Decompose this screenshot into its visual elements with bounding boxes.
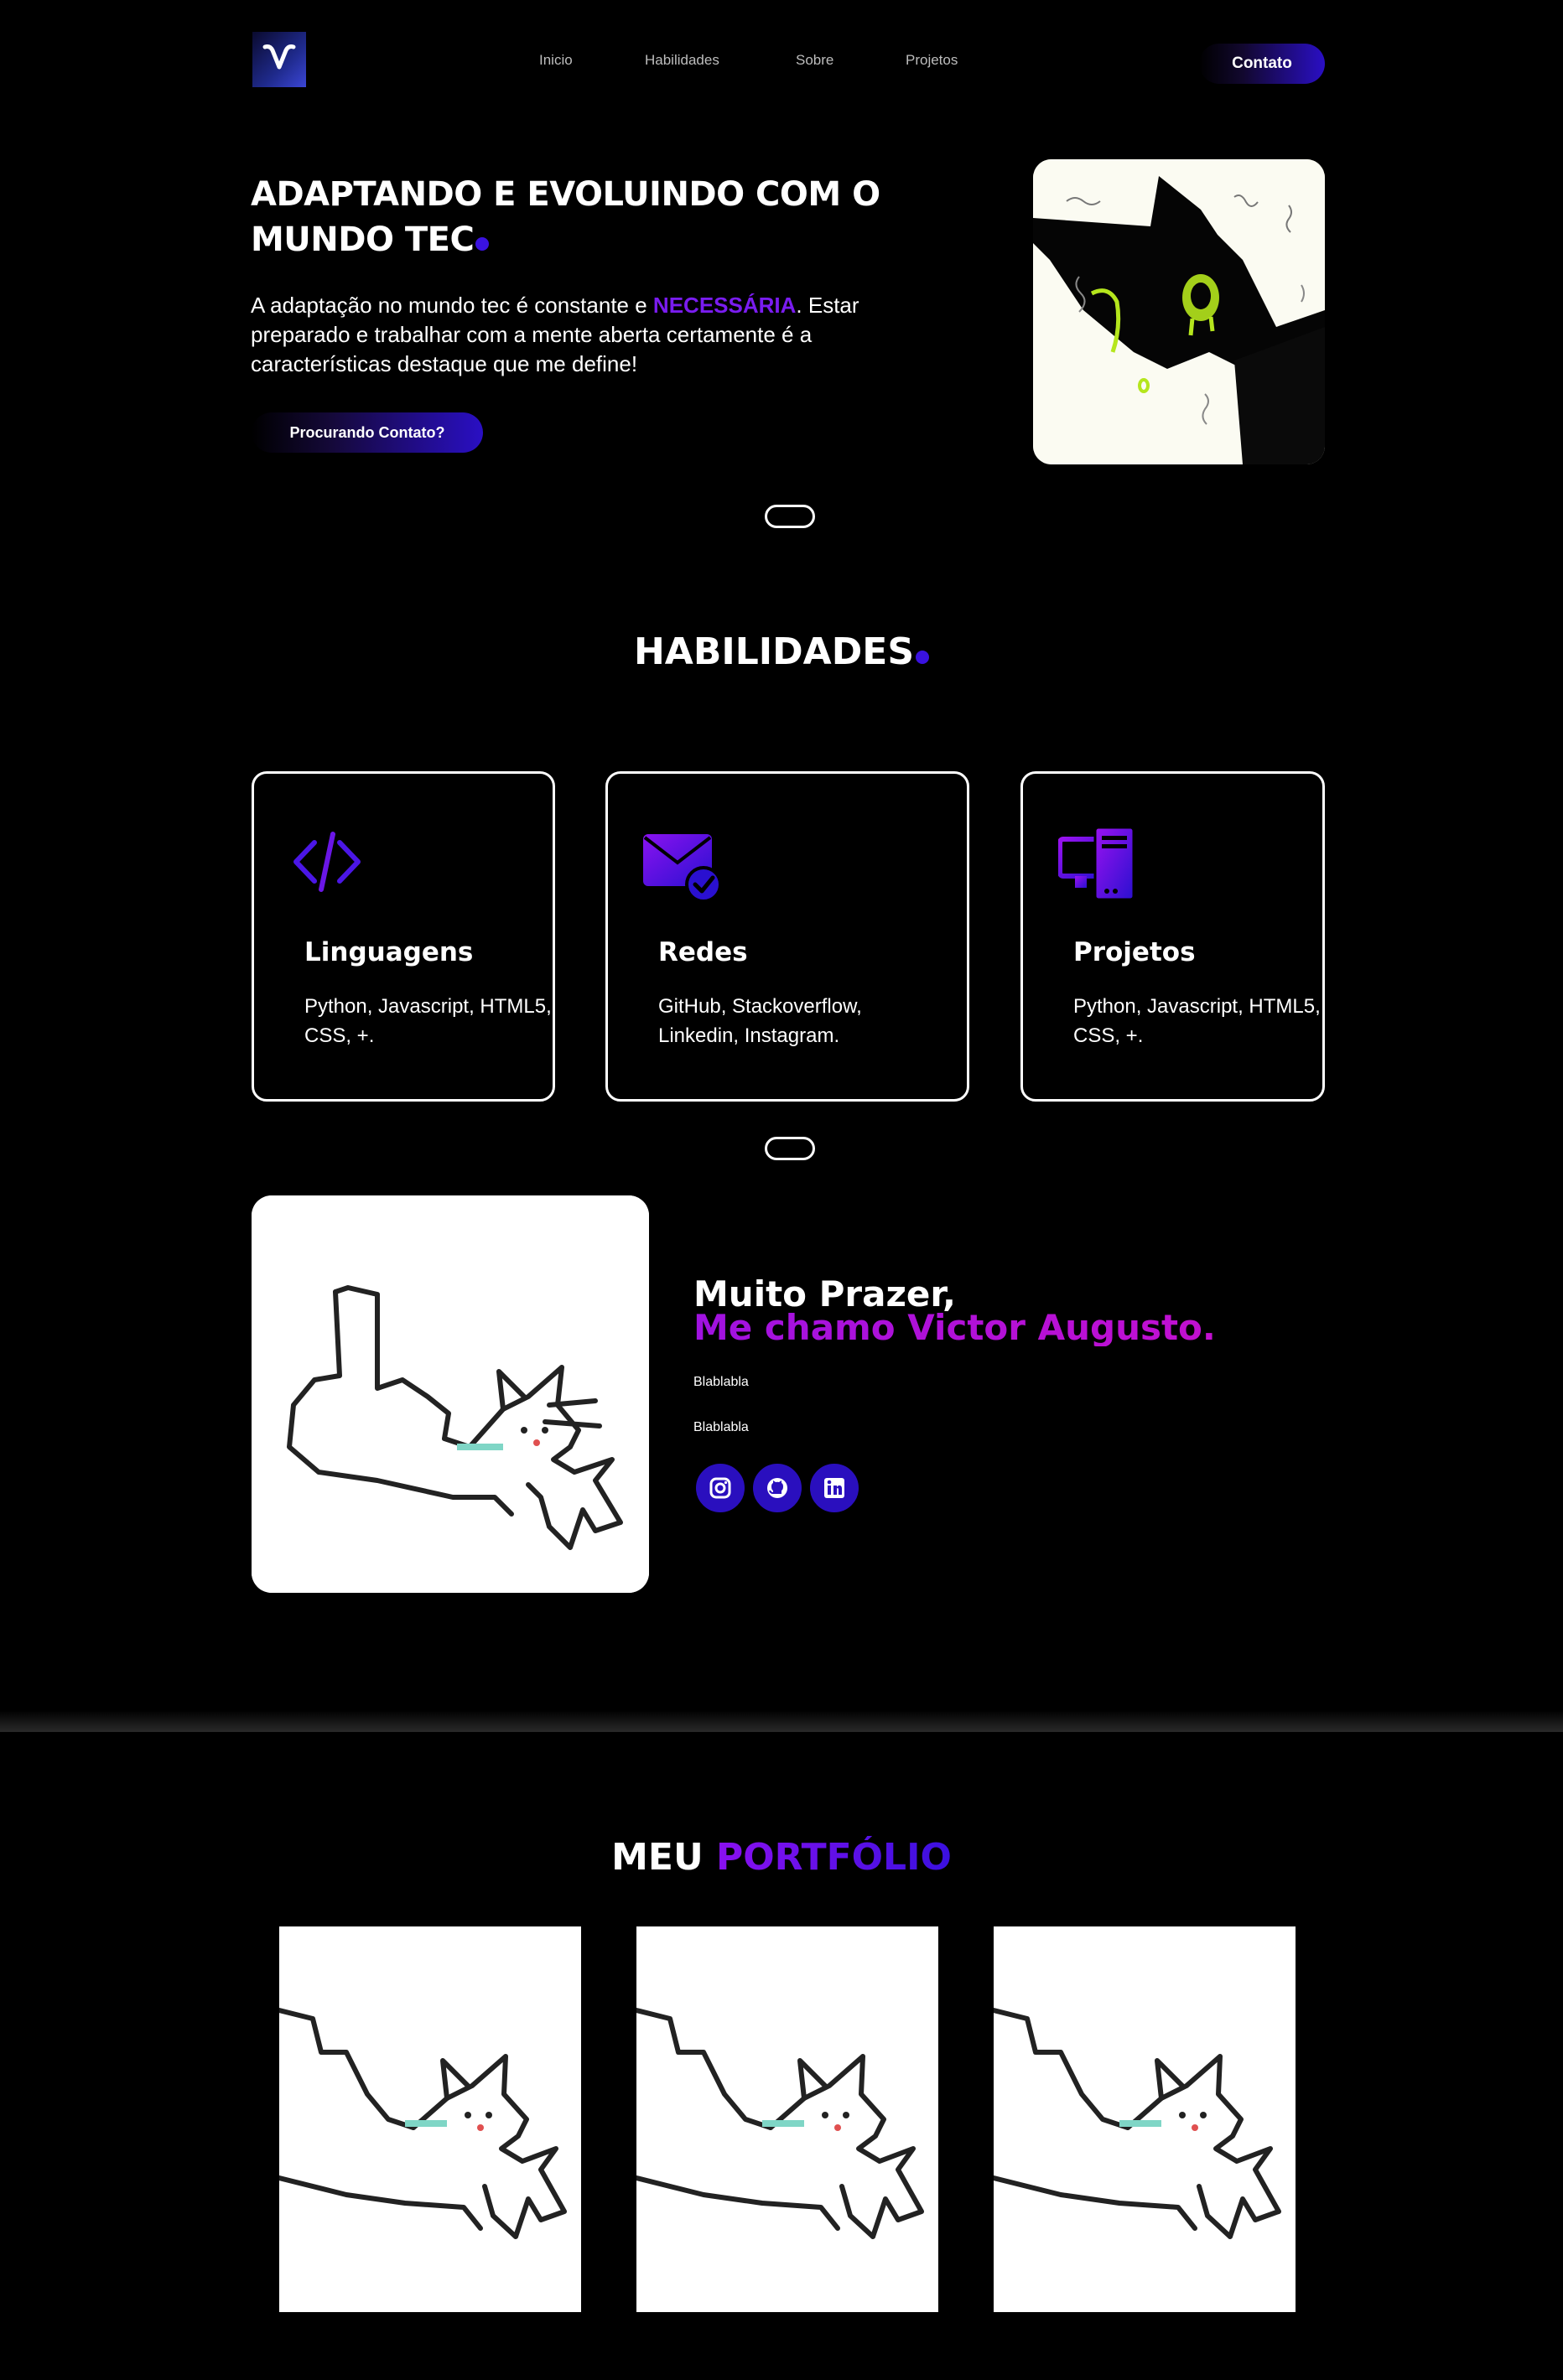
contact-button[interactable]: Contato [1199,44,1325,84]
hero-text-accent: NECESSÁRIA [652,293,797,318]
mail-check-icon [643,834,722,903]
hero-text: A adaptação no mundo tec é constante e N… [251,293,859,376]
skill-card-linguagens: Linguagens Python, Javascript, HTML5, CS… [252,771,555,1102]
github-icon [767,1478,787,1498]
portfolio-item-2[interactable] [636,1926,938,2312]
card-text: Python, Javascript, HTML5, CSS, +. [304,995,552,1047]
instagram-icon [709,1477,731,1499]
nav-link-sobre[interactable]: Sobre [796,52,833,69]
portfolio-title: MEU PORTFÓLIO [611,1836,952,1879]
code-icon [293,832,361,892]
instagram-button[interactable] [694,1462,746,1514]
nav-link-inicio[interactable]: Inicio [539,52,573,69]
about-paragraph-1: Blablabla [693,1375,749,1389]
linkedin-icon [824,1478,844,1498]
portfolio-item-3[interactable] [994,1926,1296,2312]
card-text: Python, Javascript, HTML5, CSS, +. [1073,995,1321,1047]
linkedin-button[interactable] [808,1462,860,1514]
github-button[interactable] [751,1462,803,1514]
scroll-indicator[interactable] [765,505,815,528]
skills-title: HABILIDADES [0,630,1563,673]
nav-link-projetos[interactable]: Projetos [906,52,958,69]
card-title: Linguagens [304,937,474,967]
about-name: Me chamo Victor Augusto. [693,1307,1216,1348]
scroll-indicator-2[interactable] [765,1137,815,1160]
card-title: Projetos [1073,937,1196,967]
title-dot [475,237,490,251]
skill-card-redes: Redes GitHub, Stackoverflow, Linkedin, I… [605,771,969,1102]
about-paragraph-2: Blablabla [693,1420,749,1434]
computer-icon [1058,826,1135,901]
portfolio-title-accent: PORTFÓLIO [716,1836,952,1879]
card-title: Redes [658,937,748,967]
hero-cat-image [1033,159,1325,464]
hero-title: ADAPTANDO E EVOLUINDO COM O MUNDO TEC [251,175,880,259]
logo[interactable] [252,32,306,87]
about-cat-image [252,1195,649,1593]
card-text: GitHub, Stackoverflow, Linkedin, Instagr… [658,995,862,1047]
section-divider [0,1710,1563,1732]
portfolio-item-1[interactable] [279,1926,581,2312]
skill-card-projetos: Projetos Python, Javascript, HTML5, CSS,… [1020,771,1325,1102]
logo-v-icon [262,44,296,70]
hero-contact-button[interactable]: Procurando Contato? [252,412,483,453]
skills-title-dot [916,651,930,664]
nav-link-habilidades[interactable]: Habilidades [645,52,719,69]
